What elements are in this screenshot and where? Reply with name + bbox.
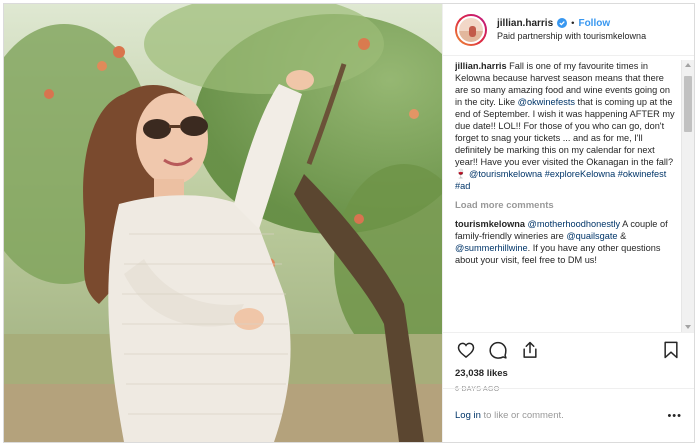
login-prompt: Log in to like or comment. bbox=[455, 410, 564, 421]
orchard-photo-illustration bbox=[4, 4, 442, 442]
heart-icon bbox=[457, 342, 475, 359]
header-top-row: jillian.harris • Follow bbox=[497, 17, 646, 30]
save-button[interactable] bbox=[660, 339, 682, 361]
like-count[interactable]: 23,038 likes bbox=[455, 367, 682, 380]
mention-okwinefests[interactable]: @okwinefests bbox=[518, 97, 575, 107]
wine-emoji: 🍷 bbox=[455, 169, 467, 179]
avatar[interactable] bbox=[455, 13, 487, 46]
instagram-post: jillian.harris • Follow Paid partnership… bbox=[3, 3, 695, 443]
scroll-up-arrow-icon[interactable] bbox=[685, 63, 691, 67]
more-options-button[interactable]: ••• bbox=[667, 410, 682, 422]
load-more-comments-button[interactable]: Load more comments bbox=[455, 200, 675, 212]
scroll-down-arrow-icon[interactable] bbox=[685, 325, 691, 329]
post-caption: jillian.harris Fall is one of my favouri… bbox=[455, 60, 675, 192]
comment-author[interactable]: tourismkelowna bbox=[455, 219, 525, 229]
post-sidebar: jillian.harris • Follow Paid partnership… bbox=[442, 4, 694, 442]
comments-list: jillian.harris Fall is one of my favouri… bbox=[455, 60, 675, 332]
mention-quailsgate[interactable]: @quailsgate bbox=[566, 231, 617, 241]
follow-button[interactable]: Follow bbox=[578, 17, 610, 30]
like-button[interactable] bbox=[455, 339, 477, 361]
author-username[interactable]: jillian.harris bbox=[497, 17, 553, 30]
hashtag-ad[interactable]: #ad bbox=[455, 181, 470, 191]
comment-item: tourismkelowna @motherhoodhonestly A cou… bbox=[455, 218, 675, 266]
avatar-figure bbox=[469, 25, 476, 37]
verified-badge-icon bbox=[557, 18, 568, 28]
comments-scrollbar[interactable] bbox=[681, 60, 694, 332]
caption-text-2: that is coming up at the end of Septembe… bbox=[455, 97, 675, 167]
comment-button[interactable] bbox=[487, 339, 509, 361]
mention-summerhillwine[interactable]: @summerhillwine bbox=[455, 243, 528, 253]
paid-partnership-label[interactable]: Paid partnership with tourismkelowna bbox=[497, 30, 646, 43]
action-bar bbox=[455, 333, 682, 367]
post-photo[interactable] bbox=[4, 4, 442, 442]
post-header: jillian.harris • Follow Paid partnership… bbox=[443, 4, 694, 56]
login-prompt-bar: Log in to like or comment. ••• bbox=[443, 388, 694, 442]
share-icon bbox=[523, 341, 537, 358]
hashtag-explorekelowna[interactable]: #exploreKelowna bbox=[545, 169, 616, 179]
caption-author[interactable]: jillian.harris bbox=[455, 61, 507, 71]
mention-motherhoodhonestly[interactable]: @motherhoodhonestly bbox=[528, 219, 621, 229]
comment-text-2: & bbox=[617, 231, 627, 241]
bookmark-icon bbox=[664, 341, 678, 359]
separator-dot: • bbox=[571, 17, 575, 29]
post-actions-section: 23,038 likes 6 DAYS AGO bbox=[443, 332, 694, 393]
mention-tourismkelowna[interactable]: @tourismkelowna bbox=[469, 169, 542, 179]
login-prompt-rest: to like or comment. bbox=[480, 410, 564, 421]
share-button[interactable] bbox=[519, 339, 541, 361]
scrollbar-thumb[interactable] bbox=[684, 76, 692, 132]
avatar-image bbox=[457, 15, 485, 44]
login-link[interactable]: Log in bbox=[455, 410, 481, 421]
hashtag-okwinefest[interactable]: #okwinefest bbox=[618, 169, 667, 179]
comment-icon bbox=[489, 341, 507, 359]
header-text: jillian.harris • Follow Paid partnership… bbox=[497, 17, 646, 43]
